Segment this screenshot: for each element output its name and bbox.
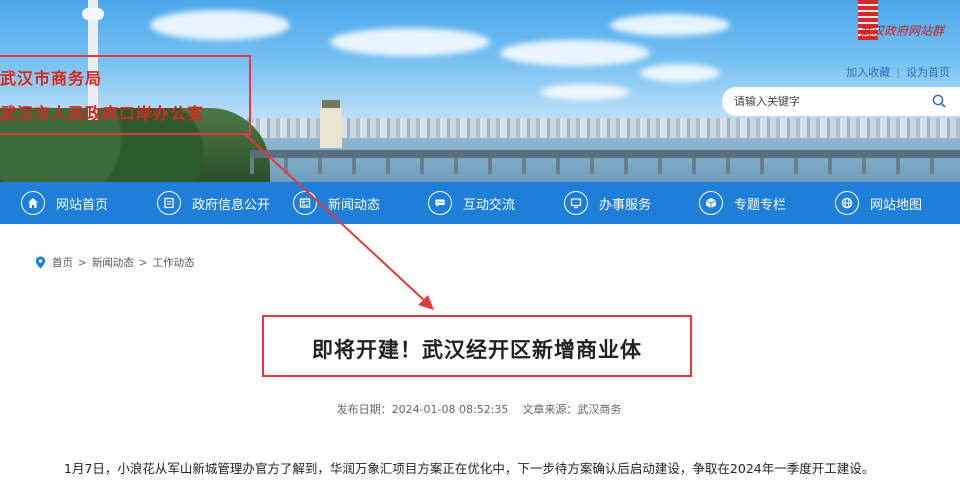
link-separator: | <box>896 66 900 79</box>
location-pin-icon <box>35 256 46 269</box>
breadcrumb-work-news[interactable]: 工作动态 <box>153 255 195 270</box>
publish-date-label: 发布日期： <box>336 403 392 416</box>
top-links: 加入收藏 | 设为首页 <box>846 64 950 80</box>
nav-item-gov-info[interactable]: 政府信息公开 <box>157 182 270 224</box>
org-highlight-box: 武汉市商务局 武汉市人民政府口岸办公室 <box>0 55 251 135</box>
nav-label: 政府信息公开 <box>192 197 271 213</box>
cloud-decoration <box>640 64 720 82</box>
cloud-decoration <box>330 28 490 56</box>
org-name-port-office: 武汉市人民政府口岸办公室 <box>0 104 205 123</box>
breadcrumb: 首页 > 新闻动态 > 工作动态 <box>35 255 195 270</box>
document-icon <box>157 191 181 215</box>
breadcrumb-separator: > <box>78 256 87 269</box>
site-logo[interactable]: 武汉政府网站群 <box>850 0 960 46</box>
article-title: 即将开建！武汉经开区新增商业体 <box>312 338 642 362</box>
tower-building <box>320 108 342 148</box>
search-icon[interactable] <box>932 94 946 108</box>
nav-item-interaction[interactable]: 互动交流 <box>428 182 515 224</box>
nav-item-news[interactable]: 新闻动态 <box>293 182 380 224</box>
nav-item-services[interactable]: 办事服务 <box>564 182 651 224</box>
cloud-decoration <box>540 84 630 100</box>
globe-icon <box>835 191 859 215</box>
nav-item-sitemap[interactable]: 网站地图 <box>835 182 922 224</box>
cloud-decoration <box>610 14 730 36</box>
tv-tower-top <box>82 8 104 20</box>
monitor-icon <box>564 191 588 215</box>
nav-item-home[interactable]: 网站首页 <box>21 182 108 224</box>
nav-label: 专题专栏 <box>734 197 787 213</box>
source-label: 文章来源： <box>522 403 578 416</box>
bridge-piers <box>250 158 960 174</box>
article-meta: 发布日期：2024-01-08 08:52:35 文章来源：武汉商务 <box>320 401 638 417</box>
publish-date: 2024-01-08 08:52:35 <box>391 403 509 416</box>
article-body: 1月7日，小浪花从军山新城管理办官方了解到，华润万象汇项目方案正在优化中，下一步… <box>64 461 875 476</box>
set-homepage-link[interactable]: 设为首页 <box>906 66 950 79</box>
cloud-decoration <box>150 10 290 40</box>
article-source: 武汉商务 <box>577 403 622 416</box>
search-box <box>722 87 960 116</box>
breadcrumb-separator: > <box>138 256 148 269</box>
home-icon <box>21 191 45 215</box>
cube-icon <box>699 191 723 215</box>
cloud-decoration <box>500 40 650 66</box>
nav-label: 互动交流 <box>463 197 516 213</box>
breadcrumb-home[interactable]: 首页 <box>52 255 73 270</box>
bridge-deck <box>250 150 960 158</box>
nav-label: 网站首页 <box>56 197 109 213</box>
nav-label: 新闻动态 <box>328 197 381 213</box>
nav-item-special-topics[interactable]: 专题专栏 <box>699 182 786 224</box>
news-icon <box>293 191 317 215</box>
nav-label: 网站地图 <box>870 197 923 213</box>
breadcrumb-news[interactable]: 新闻动态 <box>92 255 134 270</box>
search-input[interactable] <box>734 93 924 110</box>
logo-text: 武汉政府网站群 <box>860 24 945 38</box>
nav-label: 办事服务 <box>599 197 652 213</box>
title-highlight-box: 即将开建！武汉经开区新增商业体 <box>262 315 692 377</box>
main-nav: 网站首页 政府信息公开 新闻动态 互动交流 办事服务 专题专栏 网站地图 <box>0 182 960 224</box>
chat-icon <box>428 191 452 215</box>
add-favorite-link[interactable]: 加入收藏 <box>846 66 890 79</box>
org-name-commerce-bureau: 武汉市商务局 <box>0 69 103 88</box>
